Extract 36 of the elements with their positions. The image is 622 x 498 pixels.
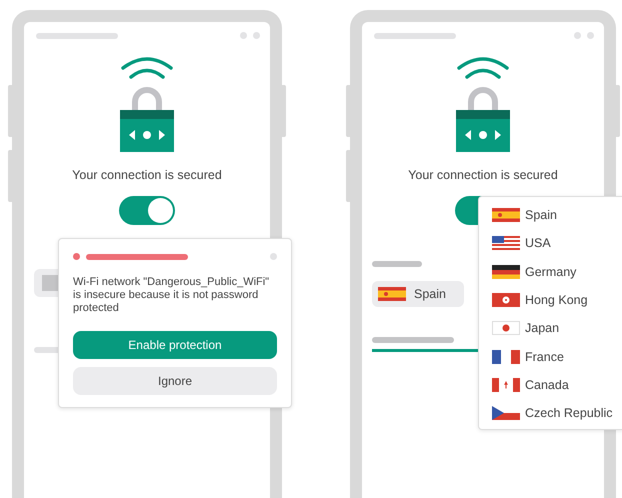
flag-icon <box>492 321 520 336</box>
connection-status-text: Your connection is secured <box>72 168 222 182</box>
flag-icon <box>492 293 520 308</box>
flag-icon <box>492 350 520 364</box>
country-item[interactable]: Japan <box>492 314 622 342</box>
flag-icon <box>492 378 520 392</box>
country-item[interactable]: Hong Kong <box>492 286 622 314</box>
window-dot <box>587 32 594 39</box>
window-dot <box>253 32 260 39</box>
flag-icon <box>492 236 520 250</box>
flag-icon <box>378 287 406 301</box>
padlock-icon <box>120 84 174 152</box>
alert-message: Wi-Fi network "Dangerous_Public_WiFi" is insecure because it is not password protected <box>73 276 270 315</box>
flag-icon <box>492 208 520 222</box>
ignore-button[interactable]: Ignore <box>73 367 277 395</box>
window-dot <box>574 32 581 39</box>
alert-dot <box>73 253 80 260</box>
window-dot <box>270 253 277 260</box>
window-dot <box>240 32 247 39</box>
country-item[interactable]: USA <box>492 229 622 258</box>
flag-icon <box>492 264 520 279</box>
placeholder-bar <box>372 261 422 267</box>
country-item[interactable]: Germany <box>492 258 622 286</box>
placeholder-square <box>42 275 58 291</box>
country-item[interactable]: Czech Republic <box>492 399 622 428</box>
flag-icon <box>492 406 520 420</box>
wifi-icon <box>456 56 510 80</box>
location-selector[interactable]: Spain <box>372 281 464 307</box>
country-item[interactable]: Spain <box>492 201 622 230</box>
connection-status-text: Your connection is secured <box>408 168 558 182</box>
enable-protection-button[interactable]: Enable protection <box>73 331 277 359</box>
protection-toggle[interactable] <box>119 196 175 225</box>
wifi-icon <box>120 56 174 80</box>
country-item[interactable]: France <box>492 342 622 371</box>
padlock-icon <box>456 84 510 152</box>
country-item[interactable]: Canada <box>492 370 622 400</box>
